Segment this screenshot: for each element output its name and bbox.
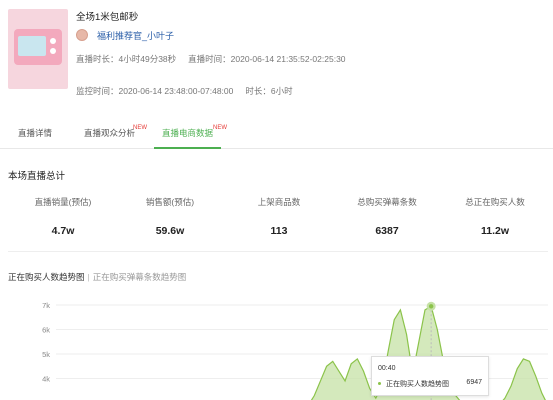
stat-product-count: 上架商品数 113 — [257, 197, 301, 237]
tooltip-series-dot — [378, 382, 381, 385]
stat-sales-amount: 销售额(预估) 59.6w — [145, 197, 195, 237]
anchor-avatar[interactable] — [76, 29, 88, 41]
chart-tab-buyers[interactable]: 正在购买人数趋势图 — [8, 272, 85, 282]
tab-audience-analysis[interactable]: 直播观众分析 — [84, 118, 135, 148]
y-tick-label: 4k — [42, 375, 50, 384]
chart-tab-bar: 正在购买人数趋势图 | 正在购买弹幕条数趋势图 — [8, 271, 186, 283]
y-tick-label: 6k — [42, 326, 50, 335]
y-tick-label: 5k — [42, 350, 50, 359]
live-info-header: 全场1米包邮秒 福利推荐官_小叶子 直播时长：4小时49分38秒 直播时间：202… — [0, 0, 553, 115]
highlight-point[interactable] — [428, 304, 434, 309]
tooltip-series-label: 正在购买人数趋势图 — [386, 381, 449, 388]
divider — [8, 251, 548, 252]
tab-live-details[interactable]: 直播详情 — [18, 118, 52, 148]
anchor-name-link[interactable]: 福利推荐官_小叶子 — [97, 29, 174, 42]
duration-value: 4小时49分38秒 — [118, 54, 177, 64]
product-thumbnail[interactable] — [8, 9, 68, 89]
chart-tab-danmaku[interactable]: 正在购买弹幕条数趋势图 — [93, 272, 187, 282]
new-badge: NEW — [213, 125, 227, 131]
tab-bar: 直播详情 直播观众分析 NEW 直播电商数据 NEW — [0, 118, 553, 149]
tab-ecommerce-data[interactable]: 直播电商数据 — [153, 118, 222, 149]
stat-sales-volume: 直播销量(预估) 4.7w — [34, 197, 92, 237]
tooltip-value: 6947 — [466, 379, 482, 386]
monitor-row: 监控时间：2020-06-14 23:48:00-07:48:00 时长：6小时 — [76, 86, 293, 96]
new-badge: NEW — [133, 125, 147, 131]
tooltip-time: 00:40 — [378, 365, 396, 372]
stat-purchase-danmaku: 总购买弹幕条数 6387 — [357, 197, 417, 237]
summary-title: 本场直播总计 — [8, 171, 66, 182]
y-tick-label: 7k — [42, 301, 50, 310]
chart-tab-separator: | — [87, 272, 90, 282]
duration-row: 直播时长：4小时49分38秒 直播时间：2020-06-14 21:35:52-0… — [76, 54, 346, 64]
monitor-duration-value: 6小时 — [270, 86, 293, 96]
chart-tooltip: 00:40 正在购买人数趋势图 6947 — [371, 356, 489, 396]
stat-buyers-count: 总正在购买人数 11.2w — [465, 197, 525, 237]
live-time-value: 2020-06-14 21:35:52-02:25:30 — [230, 54, 346, 64]
live-title: 全场1米包邮秒 — [76, 12, 139, 23]
monitor-time-value: 2020-06-14 23:48:00-07:48:00 — [118, 86, 234, 96]
